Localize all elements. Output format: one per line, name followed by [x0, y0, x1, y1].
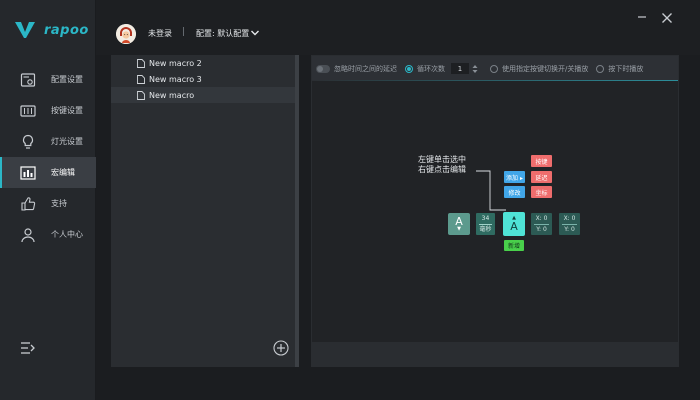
config-icon	[19, 71, 37, 89]
sidebar-item-keys[interactable]: 按键设置	[0, 95, 96, 126]
user-icon	[19, 226, 37, 244]
sidebar: rapoo 配置设置 按键设置 灯光设置 宏编辑 支持 个人中心	[0, 0, 96, 400]
toggle-mode-radio[interactable]	[490, 64, 498, 73]
lightbulb-icon	[19, 133, 37, 151]
document-icon	[137, 90, 145, 100]
menu-key-button[interactable]: 按键	[531, 155, 552, 167]
hint-connector-line	[476, 170, 506, 211]
macro-list-scrollbar[interactable]	[295, 55, 299, 367]
sidebar-item-label: 灯光设置	[51, 137, 83, 146]
avatar[interactable]	[116, 24, 136, 44]
ignore-delay-label: 忽略时间之间的延迟	[334, 64, 397, 73]
avatar-face-icon	[116, 24, 136, 44]
brand-name: rapoo	[44, 22, 89, 38]
playback-toolbar: 忽略时间之间的延迟 循环次数 1 使用指定按键切换开/关播放 按下时播放	[312, 56, 678, 81]
menu-edit-button[interactable]: 修改	[504, 186, 525, 198]
document-icon	[137, 74, 145, 84]
chevron-down-icon[interactable]	[250, 28, 260, 38]
macro-key-a-press[interactable]: ▲ A	[503, 212, 525, 236]
loop-count-label: 循环次数	[417, 64, 445, 73]
sidebar-item-profile[interactable]: 个人中心	[0, 219, 96, 250]
macro-key-a-release[interactable]: A ▼	[448, 213, 470, 235]
menu-coord-button[interactable]: 坐标	[531, 186, 552, 198]
macro-coord-block[interactable]: X: 0 Y: 0	[531, 213, 552, 235]
minimize-icon[interactable]	[637, 12, 647, 22]
hold-mode-radio[interactable]	[596, 64, 605, 73]
profile-selector[interactable]: 配置: 默认配置	[196, 28, 249, 39]
top-header: 未登录 | 配置: 默认配置	[96, 0, 700, 55]
hint-right-click: 右键点击编辑	[418, 165, 466, 174]
macro-name: New macro 3	[149, 74, 202, 84]
sidebar-item-support[interactable]: 支持	[0, 188, 96, 219]
menu-delay-button[interactable]: 延迟	[531, 171, 552, 183]
delay-divider	[479, 223, 492, 225]
editor-footer	[312, 342, 678, 366]
arrow-down-icon: ▼	[457, 226, 461, 232]
header-separator: |	[182, 27, 186, 37]
coord-x: X: 0	[563, 214, 576, 222]
macro-list-item[interactable]: New macro 2	[111, 55, 299, 71]
thumbs-up-icon	[19, 195, 37, 213]
keyboard-icon	[19, 102, 37, 120]
document-icon	[137, 58, 145, 68]
ignore-delay-option[interactable]: 忽略时间之间的延迟	[316, 64, 397, 74]
new-step-button[interactable]: 新增	[504, 240, 524, 251]
stepper-arrows-icon[interactable]	[472, 64, 478, 74]
hold-mode-label: 按下时播放	[608, 64, 644, 73]
brand-logo: rapoo	[14, 20, 89, 40]
macro-editor-panel: 忽略时间之间的延迟 循环次数 1 使用指定按键切换开/关播放 按下时播放 左键单…	[311, 55, 679, 367]
key-letter: A	[510, 220, 518, 233]
sidebar-item-macro[interactable]: 宏编辑	[0, 157, 96, 188]
tutorial-hint: 左键单击选中 右键点击编辑	[418, 155, 466, 175]
close-icon[interactable]	[661, 12, 673, 24]
hold-mode-option[interactable]: 按下时播放	[596, 64, 643, 74]
rapoo-v-icon	[15, 22, 35, 38]
coord-x: X: 0	[535, 214, 548, 222]
sidebar-item-config[interactable]: 配置设置	[0, 64, 96, 95]
macro-name: New macro 2	[149, 58, 202, 68]
loop-count-option[interactable]: 循环次数 1	[405, 63, 482, 74]
coord-y: Y: 0	[564, 225, 575, 233]
macro-list-panel: New macro 2 New macro 3 New macro	[111, 55, 299, 367]
sidebar-item-label: 个人中心	[51, 230, 83, 239]
add-macro-icon[interactable]	[273, 340, 289, 356]
delay-value: 34	[481, 214, 490, 222]
macro-list-item[interactable]: New macro 3	[111, 71, 299, 87]
coord-y: Y: 0	[536, 225, 547, 233]
collapse-menu-icon[interactable]	[20, 340, 36, 356]
sidebar-item-label: 按键设置	[51, 106, 83, 115]
macro-name: New macro	[149, 90, 195, 100]
ignore-delay-toggle[interactable]	[316, 64, 330, 73]
delay-unit: 毫秒	[479, 225, 492, 233]
login-status[interactable]: 未登录	[148, 28, 172, 39]
toggle-mode-option[interactable]: 使用指定按键切换开/关播放	[490, 64, 588, 74]
sidebar-item-label: 支持	[51, 199, 67, 208]
loop-count-input[interactable]: 1	[451, 63, 469, 74]
coord-divider	[534, 223, 549, 225]
macro-delay-block[interactable]: 34 毫秒	[476, 213, 495, 235]
sidebar-nav: 配置设置 按键设置 灯光设置 宏编辑 支持 个人中心	[0, 64, 96, 250]
coord-divider	[562, 223, 577, 225]
hint-left-click: 左键单击选中	[418, 155, 466, 164]
loop-count-radio[interactable]	[405, 64, 413, 73]
toolbar-accent-line	[312, 80, 678, 81]
sidebar-item-lighting[interactable]: 灯光设置	[0, 126, 96, 157]
macro-list-item[interactable]: New macro	[111, 87, 299, 103]
menu-add-button[interactable]: 添加 ▸	[504, 171, 525, 183]
macro-coord-block[interactable]: X: 0 Y: 0	[559, 213, 580, 235]
sidebar-item-label: 宏编辑	[51, 168, 75, 177]
toggle-mode-label: 使用指定按键切换开/关播放	[502, 64, 589, 73]
sidebar-item-label: 配置设置	[51, 75, 83, 84]
macro-icon	[19, 164, 37, 182]
